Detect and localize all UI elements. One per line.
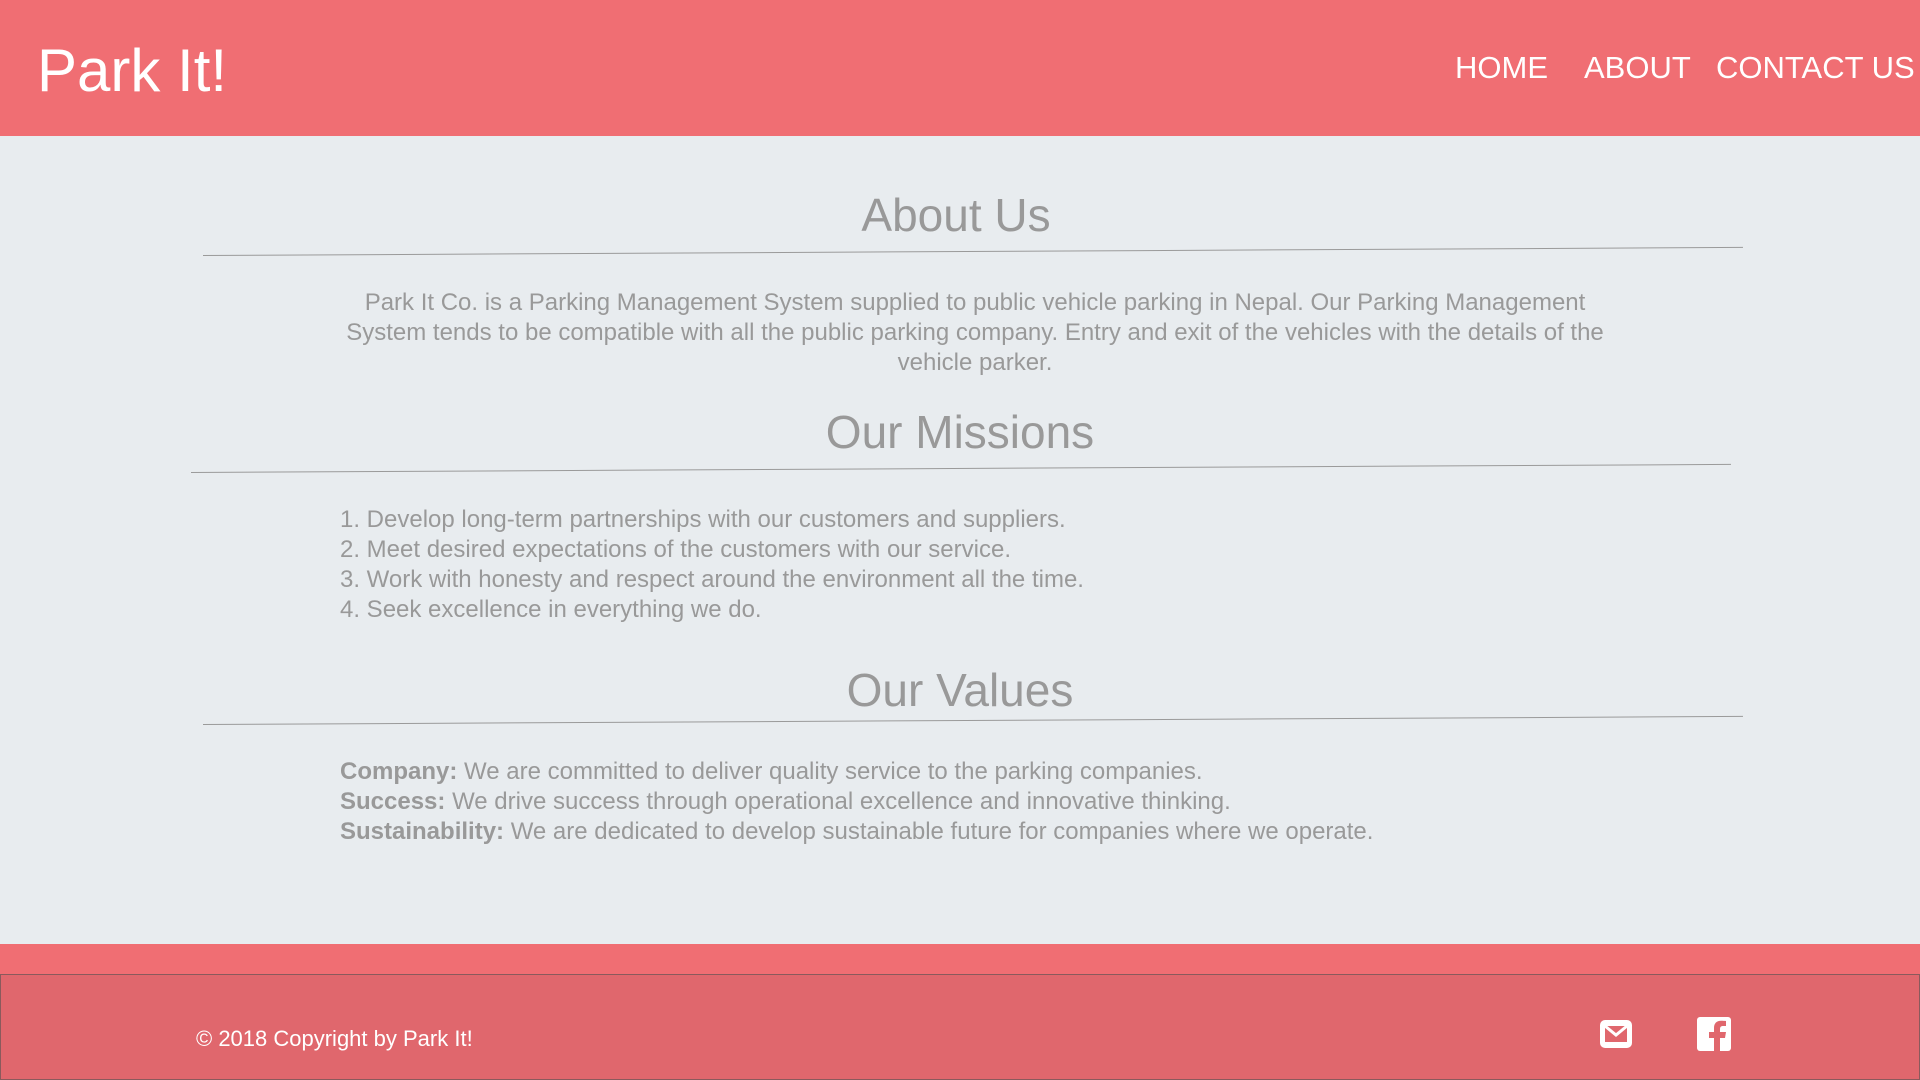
value-text: We are dedicated to develop sustainable … [504, 818, 1374, 845]
values-divider [202, 715, 1743, 725]
value-label: Sustainability: [340, 818, 505, 845]
site-footer: © 2018 Copyright by Park It! [0, 974, 1920, 1080]
mail-icon[interactable] [1599, 1017, 1633, 1051]
about-text: Park It Co. is a Parking Management Syst… [346, 289, 1604, 376]
list-item: 1. Develop long-term partnerships with o… [340, 506, 1066, 533]
list-item: Company: We are committed to deliver qua… [340, 757, 1373, 787]
value-label: Success: [340, 788, 446, 815]
nav-about[interactable]: ABOUT [1584, 50, 1691, 86]
value-label: Company: [340, 758, 458, 785]
nav-contact-us[interactable]: CONTACT US [1716, 50, 1915, 86]
values-title: Our Values [846, 664, 1074, 716]
values-list: Company: We are committed to deliver qua… [340, 757, 1373, 847]
list-item: 3. Work with honesty and respect around … [340, 566, 1084, 593]
facebook-icon[interactable] [1697, 1017, 1731, 1051]
site-header: Park It! HOME ABOUT CONTACT US [0, 0, 1920, 136]
value-text: We are committed to deliver quality serv… [457, 758, 1203, 785]
missions-divider [190, 463, 1731, 473]
missions-list: 1. Develop long-term partnerships with o… [340, 505, 1084, 625]
missions-title: Our Missions [825, 406, 1095, 458]
brand-logo[interactable]: Park It! [37, 36, 227, 106]
value-text: We drive success through operational exc… [445, 788, 1231, 815]
list-item: Sustainability: We are dedicated to deve… [340, 817, 1373, 847]
list-item: Success: We drive success through operat… [340, 787, 1373, 817]
list-item: 2. Meet desired expectations of the cust… [340, 536, 1011, 563]
copyright-text: © 2018 Copyright by Park It! [196, 1026, 473, 1051]
about-divider [202, 246, 1743, 256]
list-item: 4. Seek excellence in everything we do. [340, 596, 762, 623]
nav-home[interactable]: HOME [1455, 50, 1548, 86]
about-title: About Us [861, 189, 1051, 241]
footer-band [0, 944, 1920, 974]
